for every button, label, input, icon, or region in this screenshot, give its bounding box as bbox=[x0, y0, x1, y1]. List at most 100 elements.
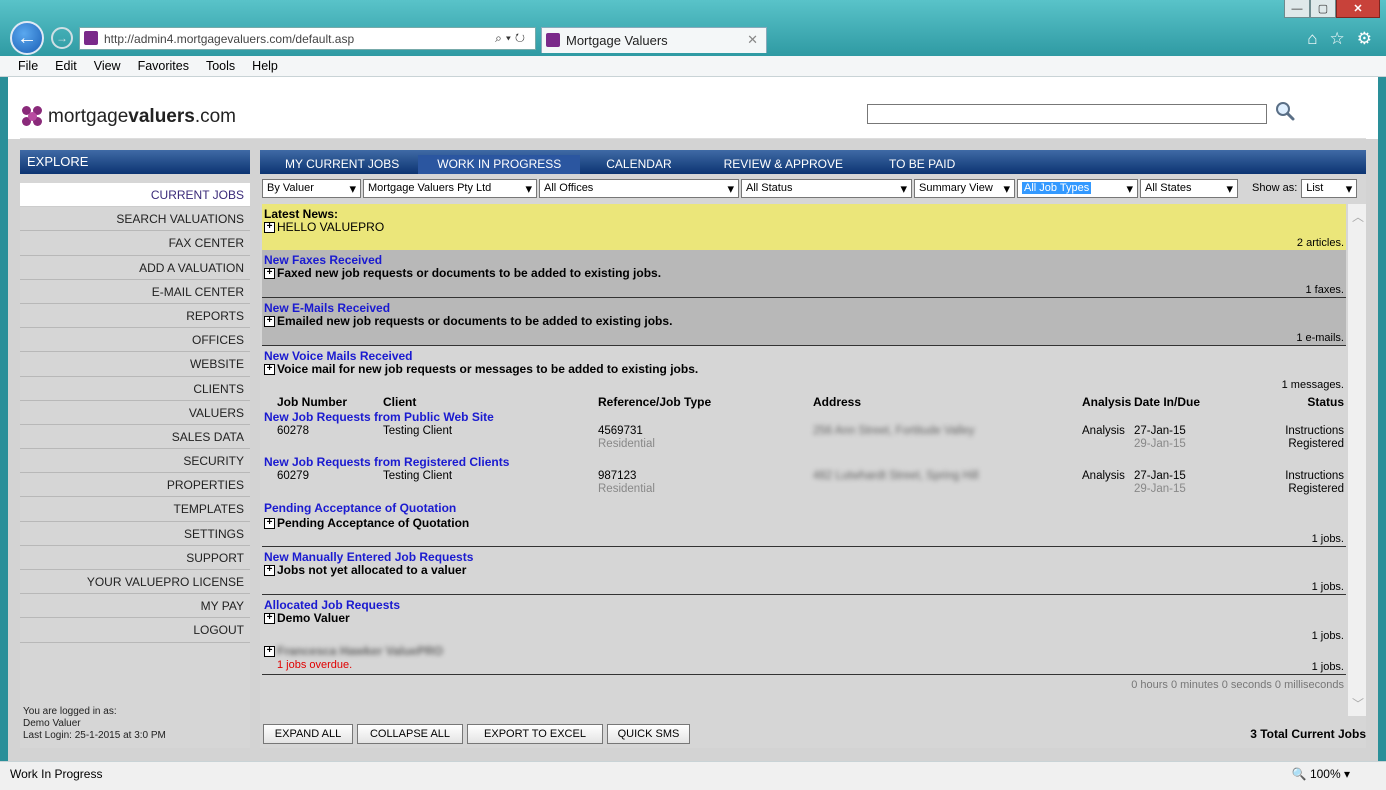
expand-icon[interactable]: + bbox=[264, 645, 275, 657]
close-window-button[interactable]: ✕ bbox=[1336, 0, 1380, 18]
tab-to-be-paid[interactable]: TO BE PAID bbox=[873, 155, 974, 174]
menu-file[interactable]: File bbox=[18, 59, 38, 73]
quick-sms-button[interactable]: QUICK SMS bbox=[607, 724, 690, 744]
allocated-title[interactable]: Allocated Job Requests bbox=[262, 595, 1346, 612]
expand-icon[interactable]: + bbox=[264, 612, 275, 624]
table-row[interactable]: 60278 Testing Client 4569731 Residential … bbox=[262, 425, 1346, 455]
sidebar-item-security[interactable]: SECURITY bbox=[20, 449, 250, 474]
voicemails-item[interactable]: + Voice mail for new job requests or mess… bbox=[262, 361, 1346, 377]
favorites-star-icon[interactable]: ☆ bbox=[1330, 29, 1345, 49]
collapse-all-button[interactable]: COLLAPSE ALL bbox=[357, 724, 463, 744]
voicemails-title[interactable]: New Voice Mails Received bbox=[262, 346, 1346, 363]
col-status[interactable]: Status bbox=[1307, 395, 1344, 409]
sidebar-item-reports[interactable]: REPORTS bbox=[20, 303, 250, 329]
browser-tab[interactable]: Mortgage Valuers ✕ bbox=[541, 27, 767, 53]
company-filter-select[interactable]: Mortgage Valuers Pty Ltd bbox=[363, 178, 537, 198]
states-filter-select[interactable]: All States bbox=[1140, 178, 1238, 198]
offices-filter-select[interactable]: All Offices bbox=[539, 178, 739, 198]
col-analysis[interactable]: Analysis bbox=[1082, 395, 1131, 409]
menu-tools[interactable]: Tools bbox=[206, 59, 235, 73]
faxes-item[interactable]: + Faxed new job requests or documents to … bbox=[262, 265, 1346, 281]
menu-view[interactable]: View bbox=[94, 59, 121, 73]
sidebar-item-add-valuation[interactable]: ADD A VALUATION bbox=[20, 255, 250, 280]
expand-icon[interactable]: + bbox=[264, 517, 275, 529]
public-requests-title[interactable]: New Job Requests from Public Web Site bbox=[262, 410, 1346, 425]
site-search-input[interactable] bbox=[867, 104, 1267, 124]
address-search-refresh-icon[interactable]: ⌕▾↻ bbox=[495, 31, 529, 46]
sidebar-item-current-jobs[interactable]: CURRENT JOBS bbox=[20, 183, 250, 208]
back-button[interactable]: ← bbox=[10, 21, 44, 55]
manual-title[interactable]: New Manually Entered Job Requests bbox=[262, 547, 1346, 564]
faxes-title[interactable]: New Faxes Received bbox=[262, 250, 1346, 267]
sidebar-item-templates[interactable]: TEMPLATES bbox=[20, 497, 250, 522]
registered-requests-title[interactable]: New Job Requests from Registered Clients bbox=[262, 455, 1346, 470]
expand-icon[interactable]: + bbox=[264, 315, 275, 327]
expand-icon[interactable]: + bbox=[264, 267, 275, 279]
sidebar-item-support[interactable]: SUPPORT bbox=[20, 545, 250, 570]
col-address[interactable]: Address bbox=[813, 395, 861, 409]
sidebar-item-properties[interactable]: PROPERTIES bbox=[20, 473, 250, 498]
scroll-up-icon[interactable]: ︿ bbox=[1352, 208, 1364, 225]
col-job-number[interactable]: Job Number bbox=[277, 395, 347, 409]
scroll-down-icon[interactable]: ﹀ bbox=[1352, 695, 1364, 712]
valuer-filter-select[interactable]: By Valuer bbox=[262, 178, 361, 198]
sidebar-item-clients[interactable]: CLIENTS bbox=[20, 376, 250, 401]
minimize-button[interactable]: — bbox=[1284, 0, 1310, 18]
vertical-scrollbar[interactable]: ︿ ﹀ bbox=[1348, 204, 1366, 716]
gear-icon[interactable]: ⚙ bbox=[1357, 29, 1372, 49]
emails-title[interactable]: New E-Mails Received bbox=[262, 298, 1346, 315]
job-analysis[interactable]: Analysis bbox=[1082, 425, 1125, 438]
maximize-button[interactable]: ▢ bbox=[1310, 0, 1336, 18]
tab-my-current-jobs[interactable]: MY CURRENT JOBS bbox=[266, 155, 418, 174]
export-excel-button[interactable]: EXPORT TO EXCEL bbox=[467, 724, 603, 744]
pending-title[interactable]: Pending Acceptance of Quotation bbox=[262, 500, 1346, 515]
forward-button[interactable]: → bbox=[51, 27, 73, 49]
col-reference[interactable]: Reference/Job Type bbox=[598, 395, 711, 409]
job-types-filter-select[interactable]: All Job Types bbox=[1017, 178, 1138, 198]
menu-favorites[interactable]: Favorites bbox=[138, 59, 189, 73]
news-item[interactable]: + HELLO VALUEPRO bbox=[262, 219, 1346, 235]
tab-calendar[interactable]: CALENDAR bbox=[580, 155, 703, 174]
sidebar-item-logout[interactable]: LOGOUT bbox=[20, 618, 250, 643]
expand-icon[interactable]: + bbox=[264, 564, 275, 576]
job-reference: 4569731 Residential bbox=[598, 425, 655, 450]
sidebar-item-fax-center[interactable]: FAX CENTER bbox=[20, 231, 250, 256]
table-row[interactable]: 60279 Testing Client 987123 Residential 4… bbox=[262, 470, 1346, 500]
col-date[interactable]: Date In/Due bbox=[1134, 395, 1200, 409]
expand-icon[interactable]: + bbox=[264, 221, 275, 233]
tab-review-approve[interactable]: REVIEW & APPROVE bbox=[704, 155, 873, 174]
sidebar-item-search-valuations[interactable]: SEARCH VALUATIONS bbox=[20, 207, 250, 232]
site-logo[interactable]: mortgagevaluers.com bbox=[22, 106, 236, 128]
expand-icon[interactable]: + bbox=[264, 363, 275, 375]
menu-edit[interactable]: Edit bbox=[55, 59, 77, 73]
sidebar-item-settings[interactable]: SETTINGS bbox=[20, 521, 250, 546]
view-filter-select[interactable]: Summary View bbox=[914, 178, 1015, 198]
expand-all-button[interactable]: EXPAND ALL bbox=[263, 724, 353, 744]
sidebar-item-website[interactable]: WEBSITE bbox=[20, 352, 250, 377]
sidebar-item-email-center[interactable]: E-MAIL CENTER bbox=[20, 279, 250, 304]
tab-work-in-progress[interactable]: WORK IN PROGRESS bbox=[418, 155, 581, 174]
home-icon[interactable]: ⌂ bbox=[1307, 29, 1317, 49]
manual-item[interactable]: + Jobs not yet allocated to a valuer bbox=[262, 562, 1346, 578]
sidebar-item-my-pay[interactable]: MY PAY bbox=[20, 594, 250, 619]
pending-item[interactable]: + Pending Acceptance of Quotation bbox=[262, 515, 1346, 531]
zoom-level[interactable]: 🔍 100% ▾ bbox=[1292, 767, 1350, 781]
job-status: Instructions Registered bbox=[1285, 470, 1344, 495]
address-bar[interactable]: http://admin4.mortgagevaluers.com/defaul… bbox=[79, 27, 536, 50]
valuer-group-item[interactable]: + Francesca Hawker ValuePRO bbox=[262, 643, 1346, 659]
col-client[interactable]: Client bbox=[383, 395, 416, 409]
sidebar-item-offices[interactable]: OFFICES bbox=[20, 328, 250, 353]
allocated-item[interactable]: + Demo Valuer bbox=[262, 610, 1346, 626]
job-number[interactable]: 60278 bbox=[277, 425, 309, 438]
sidebar-item-license[interactable]: YOUR VALUEPRO LICENSE bbox=[20, 570, 250, 595]
menu-help[interactable]: Help bbox=[252, 59, 278, 73]
job-analysis[interactable]: Analysis bbox=[1082, 470, 1125, 483]
show-as-select[interactable]: List bbox=[1301, 178, 1358, 198]
job-number[interactable]: 60279 bbox=[277, 470, 309, 483]
status-filter-select[interactable]: All Status bbox=[741, 178, 912, 198]
search-icon[interactable] bbox=[1274, 100, 1296, 122]
sidebar-item-sales-data[interactable]: SALES DATA bbox=[20, 424, 250, 450]
emails-item[interactable]: + Emailed new job requests or documents t… bbox=[262, 313, 1346, 329]
sidebar-item-valuers[interactable]: VALUERS bbox=[20, 400, 250, 425]
close-tab-icon[interactable]: ✕ bbox=[747, 32, 758, 48]
